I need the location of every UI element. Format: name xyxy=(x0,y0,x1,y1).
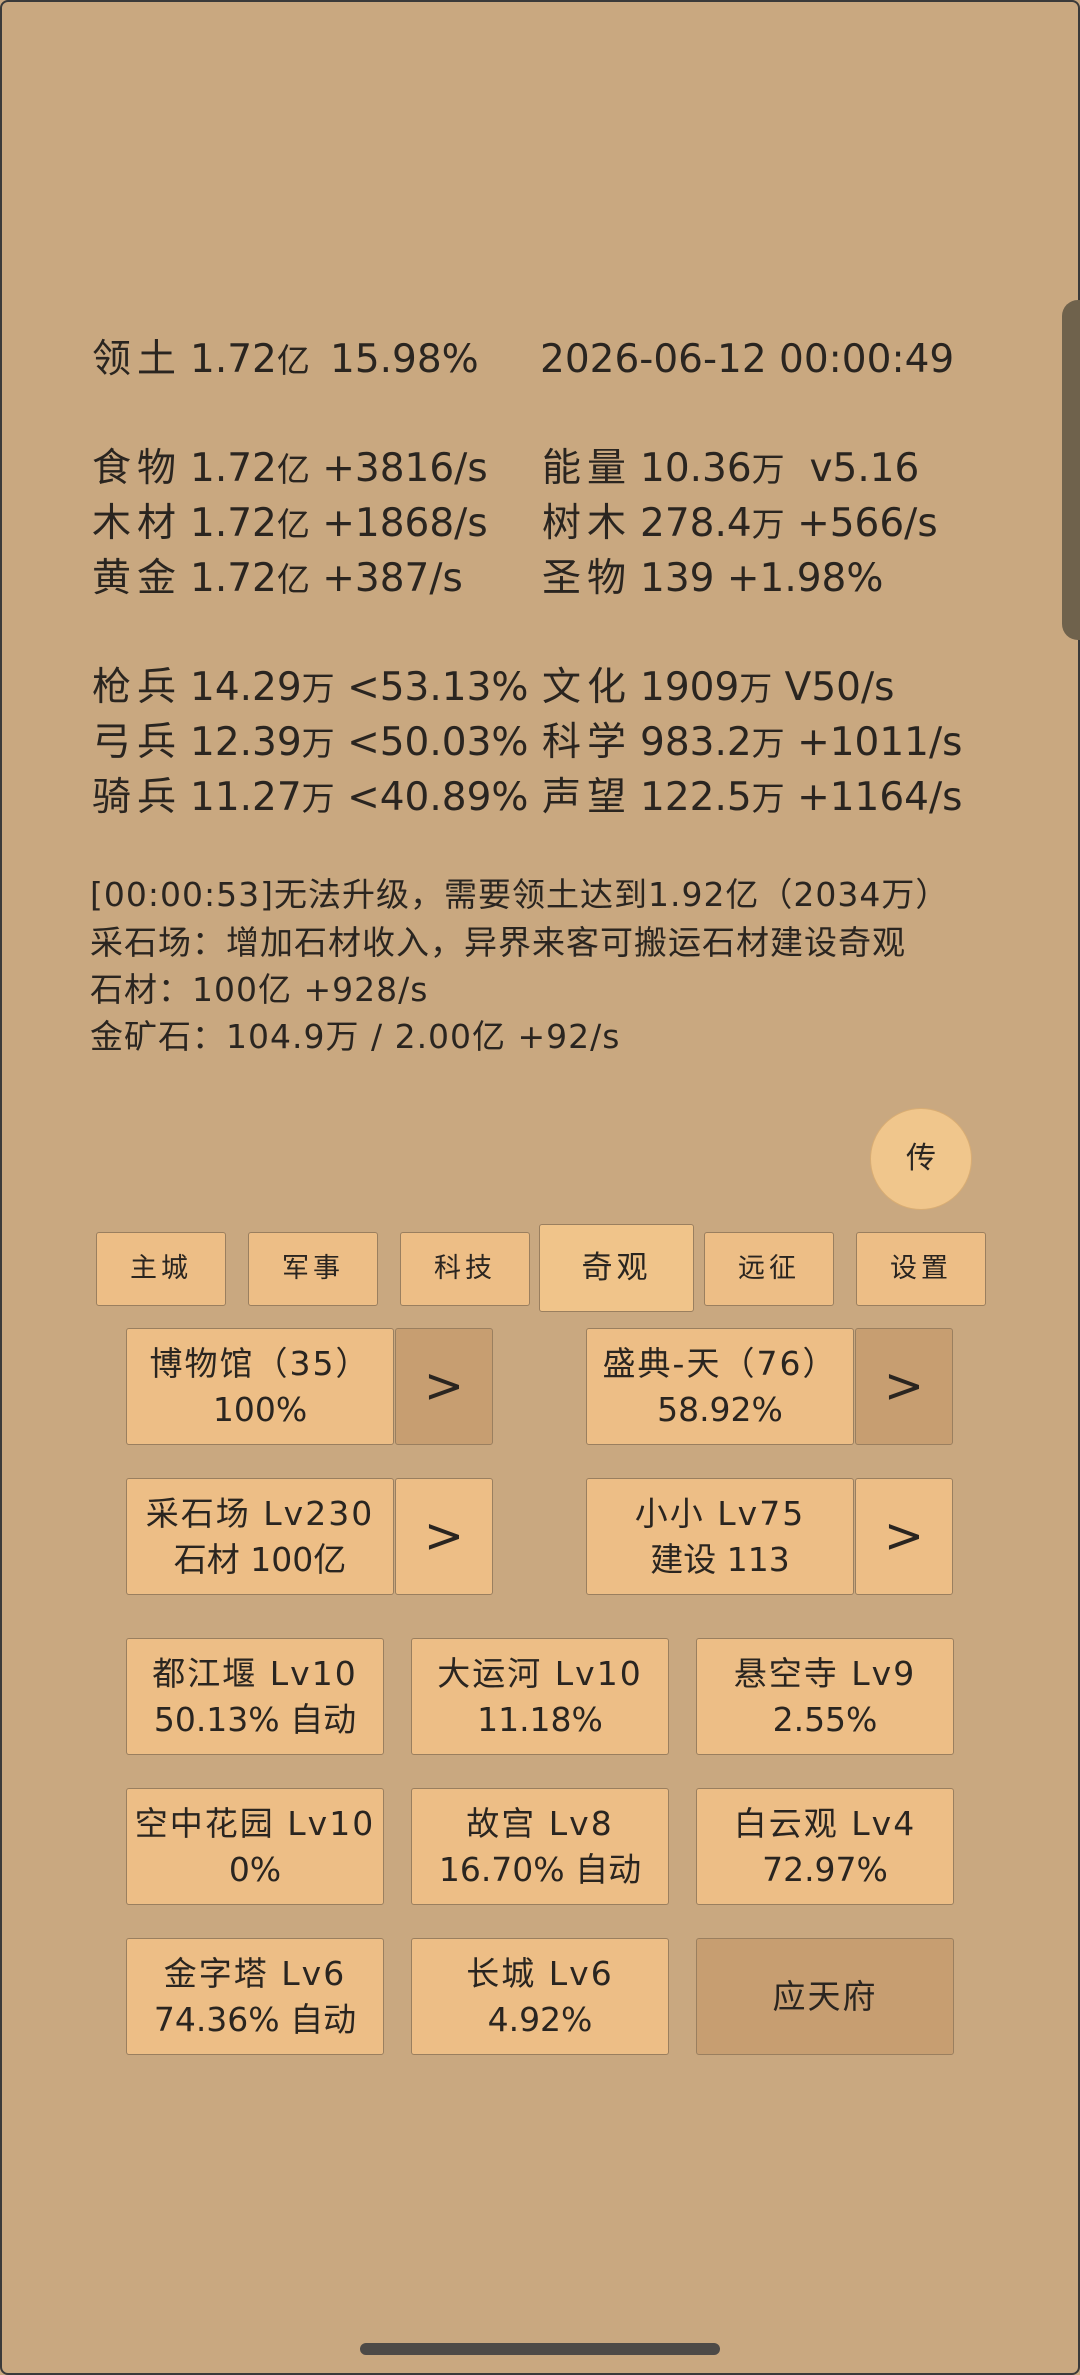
wonder-card-baiyun-temple[interactable]: 白云观 Lv4 72.97% xyxy=(696,1788,954,1905)
tab-settings[interactable]: 设置 xyxy=(856,1232,986,1306)
wonder-title: 长城 Lv6 xyxy=(466,1953,614,1993)
xiaoxiao-card[interactable]: 小小 Lv75 建设 113 xyxy=(586,1478,854,1595)
relics-value: 139 +1.98% xyxy=(640,556,884,601)
quarry-stone: 石材 100亿 xyxy=(173,1539,347,1579)
wonder-card-hanging-temple[interactable]: 悬空寺 Lv9 2.55% xyxy=(696,1638,954,1755)
gold-label: 黄金 xyxy=(92,556,183,601)
territory-row: 领土 1.72亿 15.98% 2026-06-12 00:00:49 xyxy=(0,333,1080,387)
festival-card[interactable]: 盛典-天（76） 58.92% xyxy=(586,1328,854,1445)
wonder-progress: 11.18% xyxy=(477,1699,603,1739)
wonder-card-hanging-gardens[interactable]: 空中花园 Lv10 0% xyxy=(126,1788,384,1905)
game-datetime: 2026-06-12 00:00:49 xyxy=(540,337,955,382)
food-label: 食物 xyxy=(92,446,183,491)
cavalry-label: 骑兵 xyxy=(92,775,183,820)
archer-value: 12.39万 <50.03% xyxy=(190,720,529,765)
festival-progress: 58.92% xyxy=(657,1389,783,1429)
museum-arrow-button[interactable]: > xyxy=(395,1328,493,1445)
tab-technology[interactable]: 科技 xyxy=(400,1232,530,1306)
wonder-card-dujiangyan[interactable]: 都江堰 Lv10 50.13% 自动 xyxy=(126,1638,384,1755)
prestige-label: 声望 xyxy=(542,775,633,820)
resource-row: 木材 1.72亿 +1868/s 树木 278.4万 +566/s xyxy=(0,497,1080,551)
wonder-progress: 4.92% xyxy=(487,1999,593,2039)
trees-value: 278.4万 +566/s xyxy=(640,501,938,546)
tab-expedition[interactable]: 远征 xyxy=(704,1232,834,1306)
territory-value: 1.72亿 xyxy=(190,337,310,382)
festival-arrow-button[interactable]: > xyxy=(855,1328,953,1445)
military-row: 枪兵 14.29万 <53.13% 文化 1909万 V50/s xyxy=(0,661,1080,715)
wonder-title: 金字塔 Lv6 xyxy=(163,1953,347,1993)
wonder-title: 故宫 Lv8 xyxy=(466,1803,614,1843)
museum-card[interactable]: 博物馆（35） 100% xyxy=(126,1328,394,1445)
museum-progress: 100% xyxy=(212,1389,308,1429)
relics-label: 圣物 xyxy=(542,556,633,601)
xiaoxiao-arrow-button[interactable]: > xyxy=(855,1478,953,1595)
museum-title: 博物馆（35） xyxy=(149,1343,371,1383)
xiaoxiao-build: 建设 113 xyxy=(650,1539,790,1579)
science-label: 科学 xyxy=(542,720,633,765)
wonder-card-pyramid[interactable]: 金字塔 Lv6 74.36% 自动 xyxy=(126,1938,384,2055)
spear-value: 14.29万 <53.13% xyxy=(190,665,529,710)
culture-value: 1909万 V50/s xyxy=(640,665,895,710)
wonder-title: 空中花园 Lv10 xyxy=(134,1803,376,1843)
military-row: 骑兵 11.27万 <40.89% 声望 122.5万 +1164/s xyxy=(0,771,1080,825)
wonder-progress: 16.70% 自动 xyxy=(438,1849,642,1889)
wonder-progress: 0% xyxy=(228,1849,282,1889)
tab-main-city[interactable]: 主城 xyxy=(96,1232,226,1306)
wonder-title: 应天府 xyxy=(772,1976,878,2016)
wonder-title: 大运河 Lv10 xyxy=(437,1653,643,1693)
cavalry-value: 11.27万 <40.89% xyxy=(190,775,529,820)
resource-row: 黄金 1.72亿 +387/s 圣物 139 +1.98% xyxy=(0,552,1080,606)
quarry-title: 采石场 Lv230 xyxy=(145,1493,375,1533)
xiaoxiao-title: 小小 Lv75 xyxy=(634,1493,806,1533)
wonder-card-grand-canal[interactable]: 大运河 Lv10 11.18% xyxy=(411,1638,669,1755)
teleport-button[interactable]: 传 xyxy=(870,1108,972,1210)
archer-label: 弓兵 xyxy=(92,720,183,765)
prestige-value: 122.5万 +1164/s xyxy=(640,775,963,820)
message-line: 石材：100亿 +928/s xyxy=(90,970,429,1009)
tab-military[interactable]: 军事 xyxy=(248,1232,378,1306)
resource-row: 食物 1.72亿 +3816/s 能量 10.36万 v5.16 xyxy=(0,442,1080,496)
wonder-progress: 2.55% xyxy=(772,1699,878,1739)
wonder-title: 悬空寺 Lv9 xyxy=(733,1653,917,1693)
wonder-title: 白云观 Lv4 xyxy=(733,1803,917,1843)
food-value: 1.72亿 +3816/s xyxy=(190,446,488,491)
wood-value: 1.72亿 +1868/s xyxy=(190,501,488,546)
wonder-title: 都江堰 Lv10 xyxy=(152,1653,358,1693)
message-line: 金矿石：104.9万 / 2.00亿 +92/s xyxy=(90,1017,621,1056)
wonder-card-great-wall[interactable]: 长城 Lv6 4.92% xyxy=(411,1938,669,2055)
energy-label: 能量 xyxy=(542,446,633,491)
military-row: 弓兵 12.39万 <50.03% 科学 983.2万 +1011/s xyxy=(0,716,1080,770)
tab-wonders[interactable]: 奇观 xyxy=(539,1224,694,1312)
culture-label: 文化 xyxy=(542,665,633,710)
wood-label: 木材 xyxy=(92,501,183,546)
home-indicator[interactable] xyxy=(360,2343,720,2355)
message-line: 采石场：增加石材收入，异界来客可搬运石材建设奇观 xyxy=(90,923,906,962)
quarry-card[interactable]: 采石场 Lv230 石材 100亿 xyxy=(126,1478,394,1595)
wonder-card-yingtianfu[interactable]: 应天府 xyxy=(696,1938,954,2055)
wonder-progress: 74.36% 自动 xyxy=(153,1999,357,2039)
wonder-progress: 72.97% xyxy=(762,1849,888,1889)
message-line: [00:00:53]无法升级，需要领土达到1.92亿（2034万） xyxy=(90,875,950,914)
spear-label: 枪兵 xyxy=(92,665,183,710)
quarry-arrow-button[interactable]: > xyxy=(395,1478,493,1595)
festival-title: 盛典-天（76） xyxy=(602,1343,838,1383)
wonder-progress: 50.13% 自动 xyxy=(153,1699,357,1739)
wonder-card-forbidden-city[interactable]: 故宫 Lv8 16.70% 自动 xyxy=(411,1788,669,1905)
science-value: 983.2万 +1011/s xyxy=(640,720,963,765)
energy-value: 10.36万 v5.16 xyxy=(640,446,920,491)
territory-percent: 15.98% xyxy=(330,337,479,382)
territory-label: 领土 xyxy=(92,337,183,382)
trees-label: 树木 xyxy=(542,501,633,546)
gold-value: 1.72亿 +387/s xyxy=(190,556,463,601)
